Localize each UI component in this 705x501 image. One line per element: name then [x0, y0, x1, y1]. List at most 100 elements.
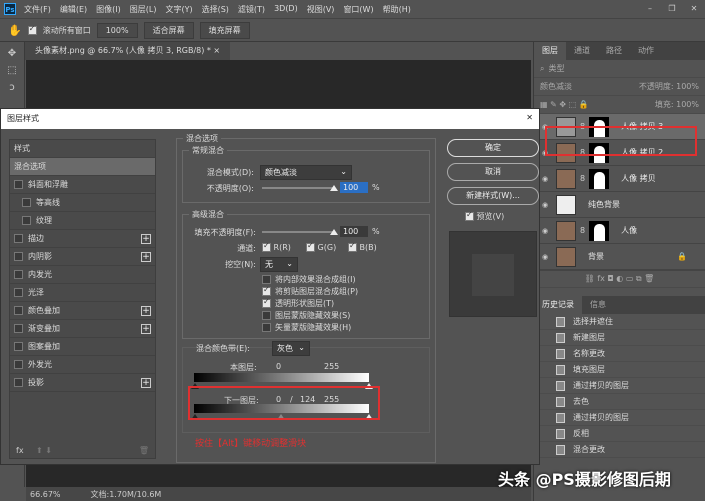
- layer-row[interactable]: ◉ 背景 🔒: [534, 244, 705, 270]
- eye-icon[interactable]: ◉: [542, 175, 552, 183]
- history-item[interactable]: 选择并遮住: [534, 314, 705, 330]
- menu-item[interactable]: 文件(F): [24, 4, 51, 15]
- style-checkbox[interactable]: [14, 342, 23, 351]
- style-item[interactable]: 渐变叠加 +: [10, 320, 155, 338]
- knockout-select[interactable]: 无 ⌄: [260, 257, 298, 272]
- history-item[interactable]: 通过拷贝的图层: [534, 410, 705, 426]
- blend-if-select[interactable]: 灰色 ⌄: [272, 341, 310, 356]
- channel-b-checkbox[interactable]: [348, 241, 357, 252]
- preview-checkbox[interactable]: [465, 210, 474, 221]
- style-item[interactable]: 描边 +: [10, 230, 155, 248]
- fill-screen-button[interactable]: 填充屏幕: [199, 21, 250, 39]
- layer-row[interactable]: ◉ 8 人像: [534, 218, 705, 244]
- menu-item[interactable]: 文字(Y): [165, 4, 192, 15]
- advanced-option[interactable]: 矢量蒙版隐藏效果(H): [262, 321, 358, 333]
- restore-button[interactable]: ❐: [661, 0, 683, 18]
- layer-opacity[interactable]: 不透明度: 100%: [639, 81, 699, 92]
- style-item[interactable]: 颜色叠加 +: [10, 302, 155, 320]
- advanced-option[interactable]: 将剪贴图层混合成组(P): [262, 285, 358, 297]
- layer-row[interactable]: ◉ 8 人像 拷贝: [534, 166, 705, 192]
- minimize-button[interactable]: –: [639, 0, 661, 18]
- option-checkbox[interactable]: [262, 322, 271, 332]
- panel-tab[interactable]: 图层: [534, 42, 566, 60]
- scroll-all-checkbox[interactable]: [27, 24, 37, 35]
- style-item[interactable]: 外发光: [10, 356, 155, 374]
- style-checkbox[interactable]: [14, 180, 23, 189]
- channel-r[interactable]: R(R): [262, 241, 291, 252]
- move-up-down-icons[interactable]: ⬆ ⬇: [36, 446, 52, 455]
- menu-item[interactable]: 选择(S): [202, 4, 229, 15]
- fit-screen-button[interactable]: 适合屏幕: [143, 21, 194, 39]
- menu-item[interactable]: 图像(I): [96, 4, 121, 15]
- close-button[interactable]: ✕: [683, 0, 705, 18]
- fill-opacity-input[interactable]: 100: [340, 226, 368, 237]
- menu-item[interactable]: 滤镜(T): [238, 4, 265, 15]
- add-icon[interactable]: +: [141, 324, 151, 334]
- style-checkbox[interactable]: [14, 288, 23, 297]
- channel-g[interactable]: G(G): [306, 241, 336, 252]
- eye-icon[interactable]: ◉: [542, 227, 552, 235]
- add-icon[interactable]: +: [141, 306, 151, 316]
- channel-g-checkbox[interactable]: [306, 241, 315, 252]
- new-style-button[interactable]: 新建样式(W)...: [447, 187, 539, 205]
- opacity-slider-handle[interactable]: [330, 185, 338, 191]
- blend-mode-select[interactable]: 颜色减淡 ⌄: [260, 165, 352, 180]
- ok-button[interactable]: 确定: [447, 139, 539, 157]
- style-checkbox[interactable]: [14, 360, 23, 369]
- layer-row[interactable]: ◉ 纯色背景: [534, 192, 705, 218]
- trash-icon[interactable]: 🗑: [139, 446, 149, 455]
- option-checkbox[interactable]: [262, 310, 271, 320]
- menu-item[interactable]: 编辑(E): [60, 4, 87, 15]
- option-checkbox[interactable]: [262, 274, 271, 284]
- style-item[interactable]: 纹理: [10, 212, 155, 230]
- style-checkbox[interactable]: [14, 270, 23, 279]
- fill-slider-handle[interactable]: [330, 229, 338, 235]
- style-item[interactable]: 光泽: [10, 284, 155, 302]
- advanced-option[interactable]: 透明形状图层(T): [262, 297, 358, 309]
- panel-tab[interactable]: 信息: [582, 296, 614, 314]
- history-item[interactable]: 填充图层: [534, 362, 705, 378]
- fx-menu-button[interactable]: fx: [16, 446, 24, 455]
- layer-blend-mode[interactable]: 颜色减淡: [540, 81, 635, 92]
- layer-action-icons[interactable]: ⛓ fx ◘ ◐ ▭ ⧉ 🗑: [585, 274, 655, 284]
- style-checkbox[interactable]: [14, 234, 23, 243]
- style-checkbox[interactable]: [22, 198, 31, 207]
- filter-kind[interactable]: 类型: [548, 63, 564, 74]
- style-item[interactable]: 内发光: [10, 266, 155, 284]
- channel-r-checkbox[interactable]: [262, 241, 271, 252]
- menu-item[interactable]: 帮助(H): [383, 4, 411, 15]
- channel-b[interactable]: B(B): [348, 241, 377, 252]
- style-checkbox[interactable]: [22, 216, 31, 225]
- style-checkbox[interactable]: [14, 378, 23, 387]
- preview-toggle[interactable]: 预览(V): [465, 210, 504, 222]
- style-checkbox[interactable]: [14, 252, 23, 261]
- advanced-option[interactable]: 图层蒙版隐藏效果(S): [262, 309, 358, 321]
- panel-tab[interactable]: 历史记录: [534, 296, 582, 314]
- add-icon[interactable]: +: [141, 234, 151, 244]
- history-item[interactable]: 通过拷贝的图层: [534, 378, 705, 394]
- lock-icons[interactable]: ▦ ✎ ✥ ⬚ 🔒: [540, 100, 651, 109]
- menu-item[interactable]: 图层(L): [130, 4, 157, 15]
- menu-item[interactable]: 视图(V): [307, 4, 335, 15]
- move-tool-icon[interactable]: ✥: [0, 48, 24, 59]
- zoom-100-button[interactable]: 100%: [96, 22, 138, 38]
- panel-tab[interactable]: 动作: [630, 42, 662, 60]
- panel-tab[interactable]: 通道: [566, 42, 598, 60]
- fill-opacity-slider[interactable]: [262, 231, 334, 233]
- style-item[interactable]: 投影 +: [10, 374, 155, 392]
- history-item[interactable]: 名称更改: [534, 346, 705, 362]
- eye-icon[interactable]: ◉: [542, 201, 552, 209]
- history-item[interactable]: 新建图层: [534, 330, 705, 346]
- history-item[interactable]: 反相: [534, 426, 705, 442]
- lasso-tool-icon[interactable]: ↄ: [0, 82, 24, 93]
- menu-item[interactable]: 窗口(W): [343, 4, 373, 15]
- history-item[interactable]: 混合更改: [534, 442, 705, 458]
- style-checkbox[interactable]: [14, 306, 23, 315]
- layer-fill[interactable]: 填充: 100%: [655, 99, 699, 110]
- add-icon[interactable]: +: [141, 378, 151, 388]
- style-item[interactable]: 内阴影 +: [10, 248, 155, 266]
- add-icon[interactable]: +: [141, 252, 151, 262]
- opacity-slider[interactable]: [262, 187, 334, 189]
- history-item[interactable]: 去色: [534, 394, 705, 410]
- opacity-input[interactable]: 100: [340, 182, 368, 193]
